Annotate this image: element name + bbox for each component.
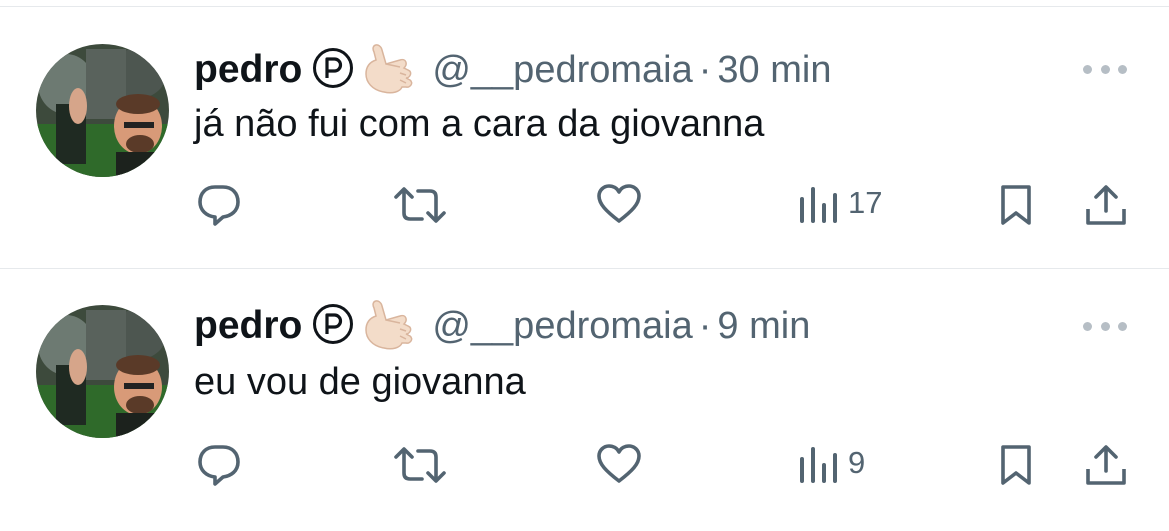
tweet-text: eu vou de giovanna <box>194 361 526 403</box>
author-handle[interactable]: @__pedromaia <box>432 49 692 92</box>
retweet-button[interactable] <box>392 445 448 485</box>
separator-dot: · <box>698 48 712 91</box>
heart-icon <box>596 443 642 485</box>
views-count: 9 <box>848 445 866 480</box>
bookmark-button[interactable] <box>999 183 1033 227</box>
retweet-button[interactable] <box>392 185 448 225</box>
timestamp[interactable]: 30 min <box>717 49 831 92</box>
author-name[interactable]: pedro <box>194 304 302 348</box>
reply-button[interactable] <box>196 443 242 487</box>
author-name[interactable]: pedro <box>194 48 302 92</box>
reply-icon <box>196 443 242 487</box>
more-icon[interactable] <box>1083 59 1127 79</box>
avatar[interactable] <box>36 305 169 438</box>
bookmark-icon <box>999 183 1033 227</box>
views-icon <box>798 183 838 223</box>
share-icon <box>1084 443 1128 487</box>
reply-button[interactable] <box>196 183 242 227</box>
call-me-hand-emoji <box>356 296 418 357</box>
heart-icon <box>596 183 642 225</box>
tweet[interactable]: pedro @__pedromaia · 9 min eu vou de gio… <box>0 269 1169 531</box>
bookmark-button[interactable] <box>999 443 1033 487</box>
more-icon[interactable] <box>1083 316 1127 336</box>
bookmark-icon <box>999 443 1033 487</box>
action-bar: 17 <box>0 179 1169 229</box>
retweet-icon <box>392 185 448 225</box>
like-button[interactable] <box>596 183 642 225</box>
views-icon <box>798 443 838 483</box>
like-button[interactable] <box>596 443 642 485</box>
action-bar: 9 <box>0 439 1169 489</box>
timestamp[interactable]: 9 min <box>717 305 810 348</box>
reply-icon <box>196 183 242 227</box>
circled-p-icon <box>312 303 354 350</box>
avatar[interactable] <box>36 44 169 177</box>
retweet-icon <box>392 445 448 485</box>
views-count: 17 <box>848 185 883 220</box>
share-button[interactable] <box>1084 183 1128 227</box>
tweet[interactable]: pedro @__pedromaia · 30 min já não fui c… <box>0 7 1169 269</box>
views-button[interactable]: 9 <box>798 443 865 483</box>
tweet-text: já não fui com a cara da giovanna <box>194 103 765 145</box>
share-icon <box>1084 183 1128 227</box>
separator-dot: · <box>698 304 712 347</box>
tweet-header: pedro @__pedromaia · 9 min <box>194 299 810 351</box>
author-handle[interactable]: @__pedromaia <box>432 305 692 348</box>
tweet-header: pedro @__pedromaia · 30 min <box>194 43 831 95</box>
share-button[interactable] <box>1084 443 1128 487</box>
views-button[interactable]: 17 <box>798 183 882 223</box>
call-me-hand-emoji <box>356 40 418 101</box>
circled-p-icon <box>312 47 354 94</box>
